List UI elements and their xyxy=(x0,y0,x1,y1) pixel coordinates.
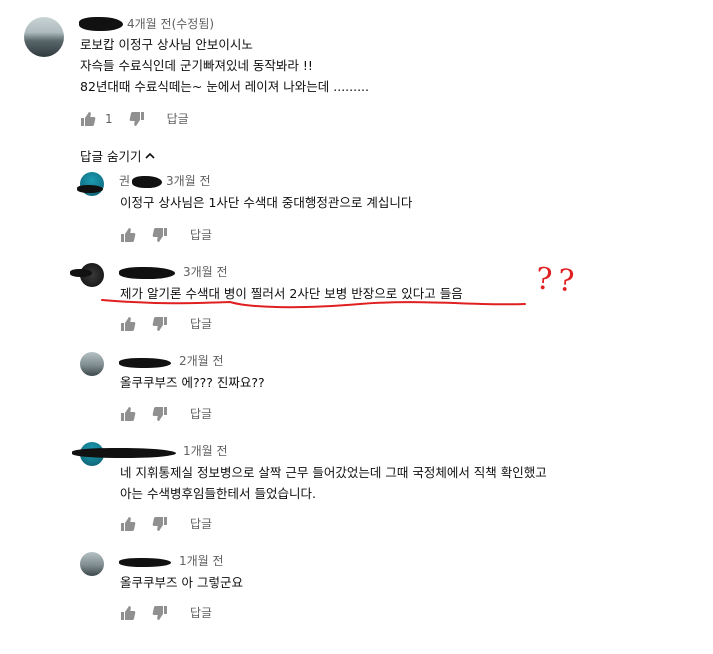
thumbs-down-icon[interactable] xyxy=(152,516,168,532)
comment-actions: 답글 xyxy=(120,405,212,422)
chevron-up-icon xyxy=(145,151,156,161)
comment-time[interactable]: 2개월 전 xyxy=(179,352,224,369)
question-mark-annotation: ?? xyxy=(534,261,582,300)
reply-button[interactable]: 답글 xyxy=(190,405,212,422)
comment-text-line: 로보캅 이정구 상사님 안보이시노 xyxy=(80,37,253,52)
author-visible-char: 권 xyxy=(119,174,131,188)
comment-text-line: 아는 수색병후임들한테서 들었습니다. xyxy=(120,486,316,501)
author-name-redacted[interactable] xyxy=(70,262,92,281)
comment-actions: 답글 xyxy=(120,315,212,332)
comment-actions: 1 답글 xyxy=(80,110,189,127)
comment-text-line: 올쿠쿠부즈 아 그렇군요 xyxy=(120,575,243,590)
thumbs-down-icon[interactable] xyxy=(152,605,168,621)
thumbs-up-icon[interactable] xyxy=(120,516,136,532)
thumbs-down-icon[interactable] xyxy=(152,227,168,243)
thumbs-up-icon[interactable] xyxy=(120,316,136,332)
author-name-redacted[interactable] xyxy=(72,442,176,461)
reply-button[interactable]: 답글 xyxy=(190,315,212,332)
author-name-redacted[interactable] xyxy=(79,13,123,32)
comment-time[interactable]: 1개월 전 xyxy=(179,552,224,569)
author-name-redacted[interactable] xyxy=(119,552,171,571)
comment-text-line: 82년대때 수료식떼는~ 눈에서 레이져 나와는데 ......... xyxy=(80,79,370,94)
author-name-redacted[interactable]: 권 xyxy=(119,172,162,189)
author-name-redacted[interactable] xyxy=(119,352,171,371)
comment-time[interactable]: 3개월 전 xyxy=(183,263,228,280)
thumbs-down-icon[interactable] xyxy=(152,316,168,332)
comment-text-line: 자슥들 수료식인데 군기빠져있네 동작봐라 !! xyxy=(80,58,313,73)
reply-button[interactable]: 답글 xyxy=(190,604,212,621)
comment-text-line: 올쿠쿠부즈 에??? 진짜요?? xyxy=(120,375,265,390)
comment-time[interactable]: 4개월 전(수정됨) xyxy=(127,15,214,32)
hide-replies-label: 답글 숨기기 xyxy=(80,149,142,164)
like-count: 1 xyxy=(105,111,113,126)
thumbs-up-icon[interactable] xyxy=(120,605,136,621)
thumbs-up-icon[interactable] xyxy=(80,111,96,127)
comment-time[interactable]: 1개월 전 xyxy=(183,442,228,459)
comment-text-line: 이정구 상사님은 1사단 수색대 중대행정관으로 계십니다 xyxy=(120,195,413,210)
avatar[interactable] xyxy=(24,17,64,57)
author-name-redacted[interactable] xyxy=(119,262,175,281)
comment-actions: 답글 xyxy=(120,604,212,621)
avatar[interactable] xyxy=(80,352,104,376)
author-name[interactable] xyxy=(77,178,103,197)
red-underline-annotation xyxy=(101,299,526,309)
hide-replies-button[interactable]: 답글 숨기기 xyxy=(80,146,156,165)
avatar[interactable] xyxy=(80,552,104,576)
reply-button[interactable]: 답글 xyxy=(190,515,212,532)
thumbs-up-icon[interactable] xyxy=(120,406,136,422)
thumbs-up-icon[interactable] xyxy=(120,227,136,243)
reply-button[interactable]: 답글 xyxy=(167,110,189,127)
comment-text-line: 네 지휘통제실 정보병으로 살짝 근무 들어갔었는데 그때 국정체에서 직책 확… xyxy=(120,465,547,480)
thumbs-down-icon[interactable] xyxy=(152,406,168,422)
comment-actions: 답글 xyxy=(120,515,212,532)
reply-button[interactable]: 답글 xyxy=(190,226,212,243)
comment-actions: 답글 xyxy=(120,226,212,243)
thumbs-down-icon[interactable] xyxy=(129,111,145,127)
comment-time[interactable]: 3개월 전 xyxy=(166,172,211,189)
